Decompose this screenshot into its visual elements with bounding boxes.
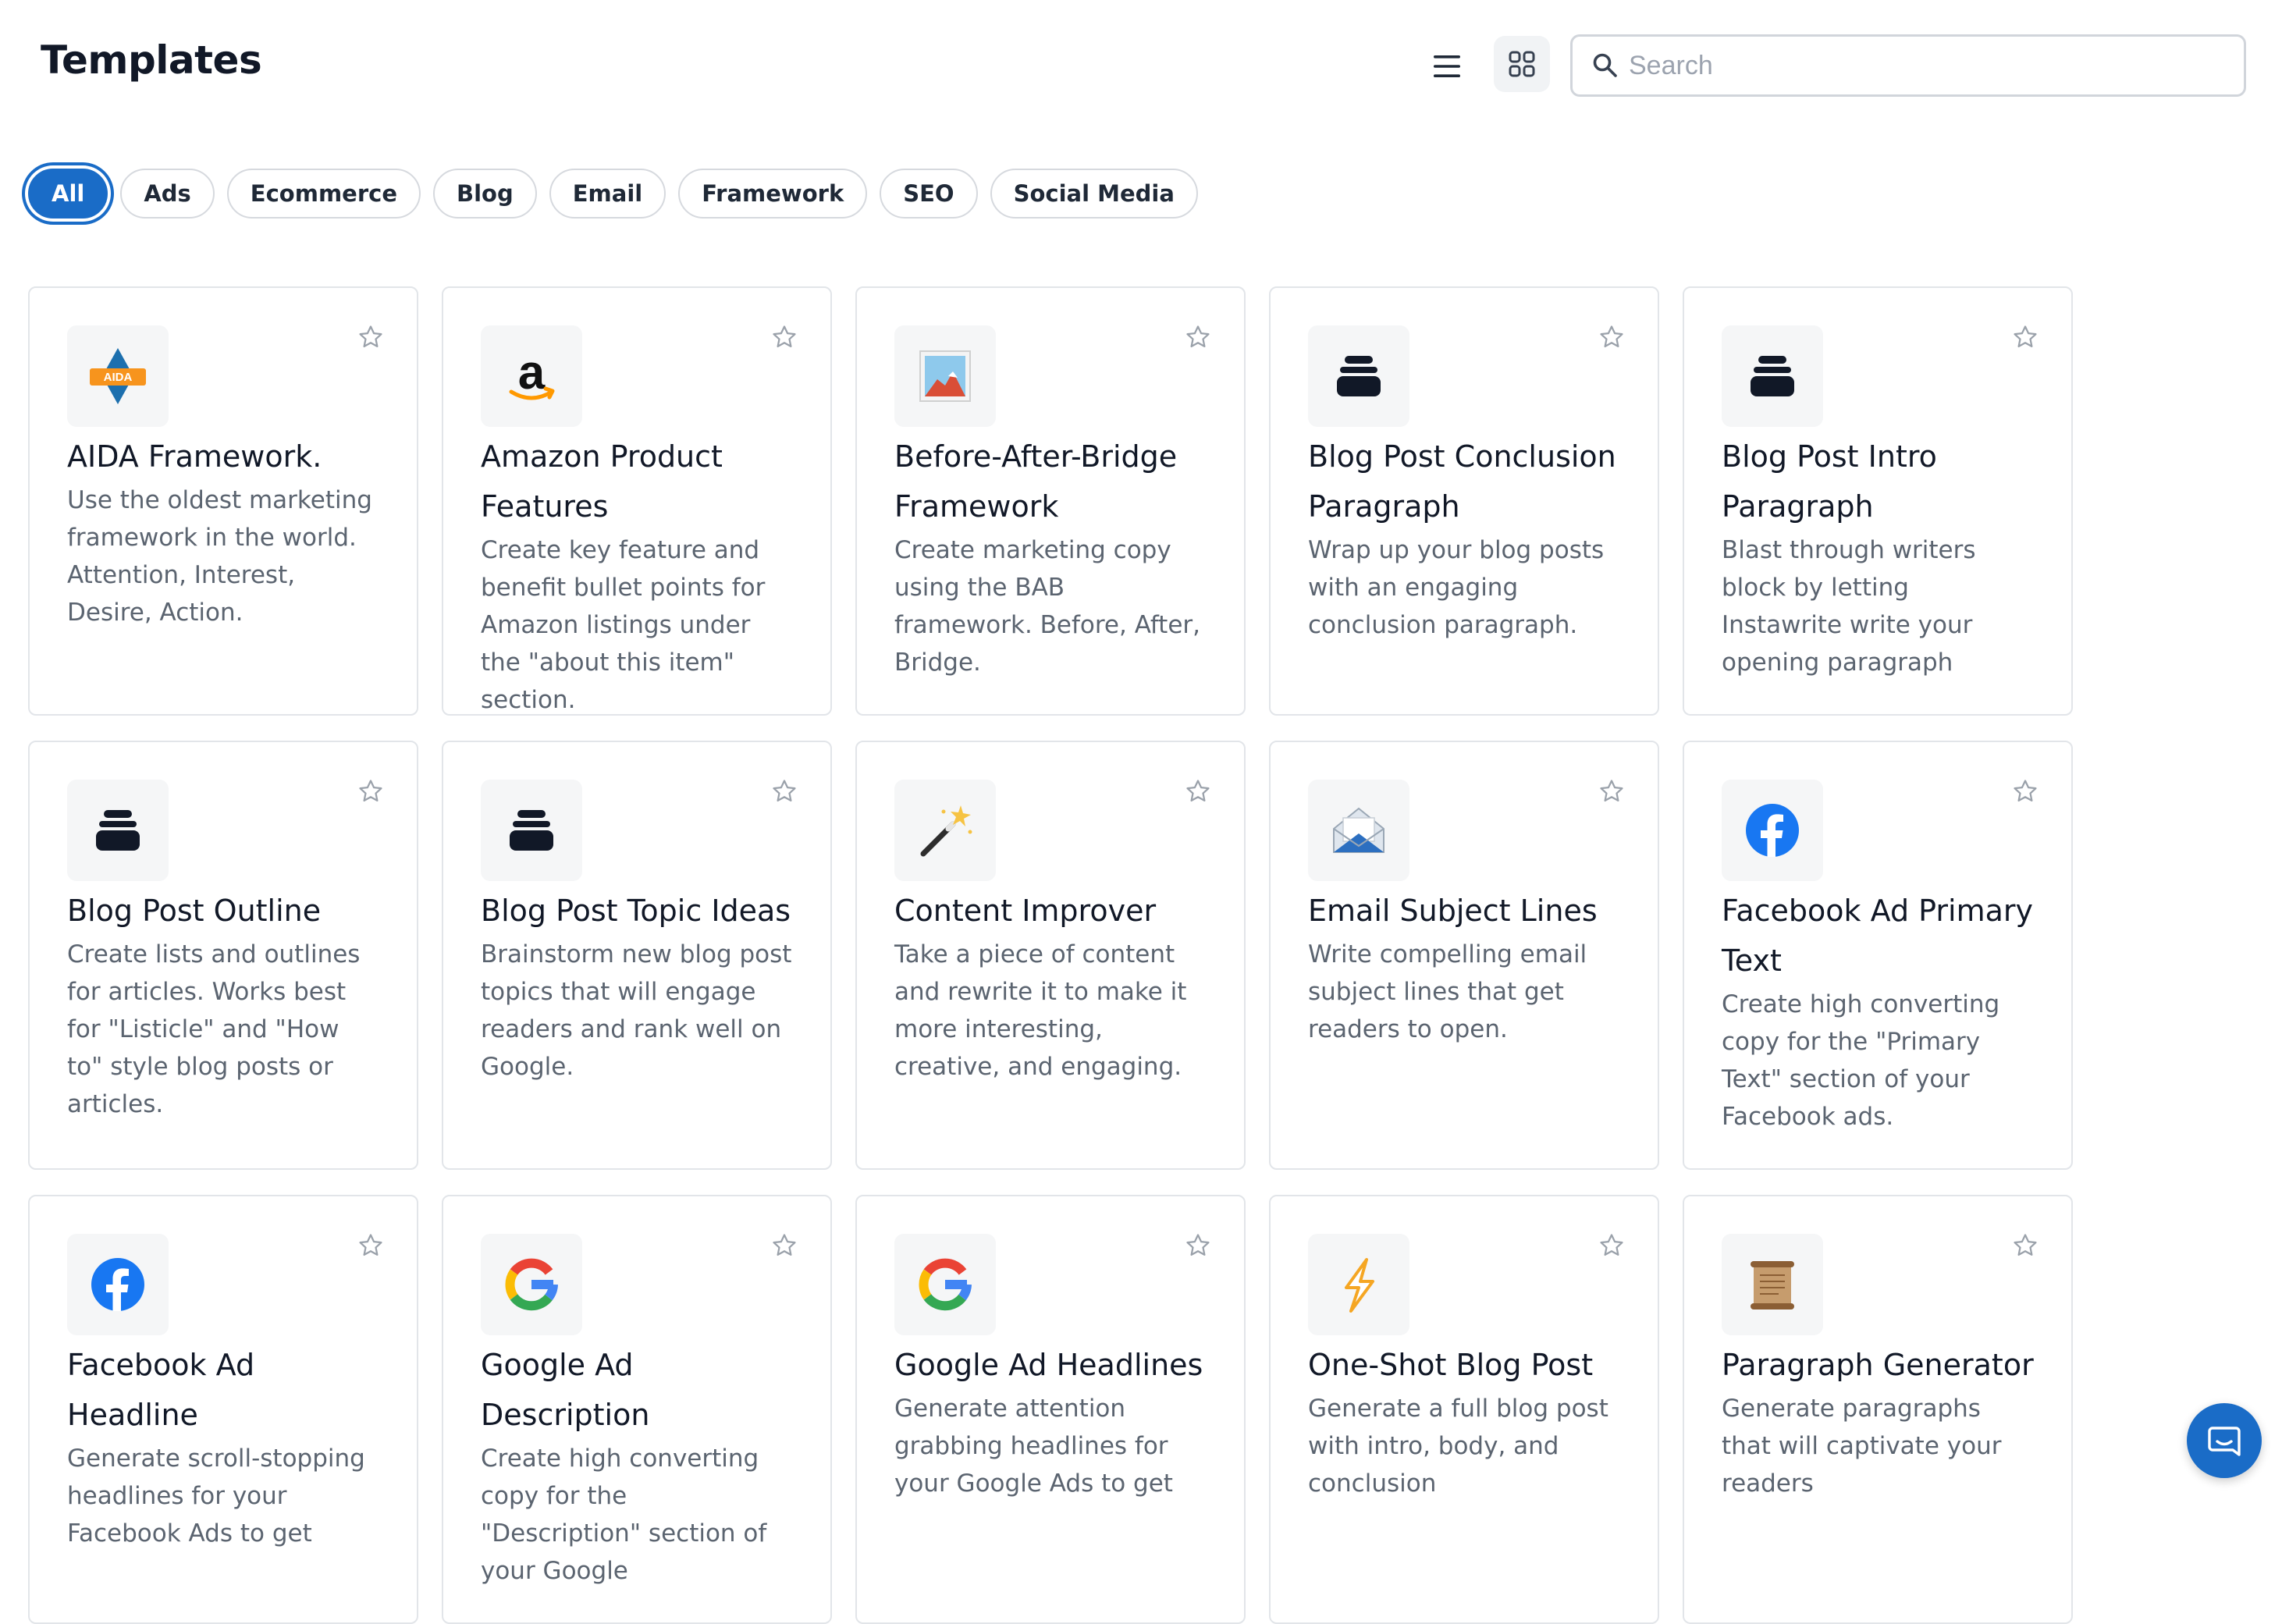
template-description: Create high converting copy for the "Pri…	[1722, 990, 2000, 1131]
search-box	[1570, 34, 2246, 97]
envelope-icon	[1308, 780, 1409, 881]
template-title: Paragraph Generator	[1722, 1348, 2034, 1382]
favorite-star-icon[interactable]	[771, 1232, 798, 1259]
template-card-blog-post-topic-ideas[interactable]: Blog Post Topic Ideas Brainstorm new blog…	[442, 741, 832, 1170]
template-card-blog-post-conclusion-paragraph[interactable]: Blog Post Conclusion Paragraph Wrap up yo…	[1269, 286, 1659, 716]
template-card-amazon-product-features[interactable]: a Amazon Product Features Create key featu…	[442, 286, 832, 716]
list-view-icon	[1434, 55, 1460, 77]
filter-framework[interactable]: Framework	[678, 169, 868, 219]
template-card-facebook-ad-headline[interactable]: Facebook Ad Headline Generate scroll-stop…	[28, 1195, 418, 1624]
template-title: Facebook Ad Primary Text	[1722, 894, 2033, 978]
picture-icon	[894, 325, 996, 427]
template-card-facebook-ad-primary-text[interactable]: Facebook Ad Primary Text Create high conv…	[1683, 741, 2073, 1170]
template-description: Generate paragraphs that will captivate …	[1722, 1395, 2002, 1498]
google-icon	[481, 1234, 582, 1335]
scroll-icon	[1722, 1234, 1823, 1335]
template-description: Take a piece of content and rewrite it t…	[894, 940, 1187, 1081]
favorite-star-icon[interactable]	[771, 778, 798, 805]
ink-icon	[1308, 325, 1409, 427]
search-input[interactable]	[1627, 49, 2239, 82]
filter-all[interactable]: All	[28, 169, 108, 219]
magic-wand-icon	[894, 780, 996, 881]
favorite-star-icon[interactable]	[2012, 778, 2039, 805]
page-title: Templates	[41, 37, 262, 83]
aida-icon: AIDA	[67, 325, 169, 427]
filter-ecommerce[interactable]: Ecommerce	[226, 169, 421, 219]
template-title: Before-After-Bridge Framework	[894, 439, 1178, 524]
template-title: Google Ad Headlines	[894, 1348, 1203, 1382]
ink-icon	[481, 780, 582, 881]
template-title: Blog Post Topic Ideas	[481, 894, 791, 928]
template-card-one-shot-blog-post[interactable]: One-Shot Blog Post Generate a full blog p…	[1269, 1195, 1659, 1624]
grid-view-icon	[1509, 51, 1535, 77]
grid-view-button[interactable]	[1494, 36, 1550, 92]
filter-seo[interactable]: SEO	[880, 169, 978, 219]
favorite-star-icon[interactable]	[1598, 1232, 1625, 1259]
template-description: Use the oldest marketing framework in th…	[67, 486, 372, 627]
template-description: Blast through writers block by letting I…	[1722, 536, 1976, 677]
template-title: Content Improver	[894, 894, 1157, 928]
template-title: Facebook Ad Headline	[67, 1348, 255, 1432]
chat-launcher-button[interactable]	[2187, 1403, 2262, 1478]
template-title: Blog Post Outline	[67, 894, 322, 928]
svg-text:AIDA: AIDA	[104, 371, 133, 384]
template-description: Create key feature and benefit bullet po…	[481, 536, 766, 714]
ink-icon	[1722, 325, 1823, 427]
template-title: One-Shot Blog Post	[1308, 1348, 1594, 1382]
favorite-star-icon[interactable]	[2012, 324, 2039, 350]
template-card-blog-post-outline[interactable]: Blog Post Outline Create lists and outlin…	[28, 741, 418, 1170]
filter-email[interactable]: Email	[549, 169, 666, 219]
template-title: Email Subject Lines	[1308, 894, 1598, 928]
chat-icon	[2208, 1427, 2241, 1456]
category-filters: All Ads Ecommerce Blog Email Framework S…	[28, 169, 1198, 219]
template-title: Blog Post Conclusion Paragraph	[1308, 439, 1616, 524]
ink-icon	[67, 780, 169, 881]
favorite-star-icon[interactable]	[357, 778, 384, 805]
favorite-star-icon[interactable]	[1598, 324, 1625, 350]
favorite-star-icon[interactable]	[771, 324, 798, 350]
template-description: Create lists and outlines for articles. …	[67, 940, 361, 1118]
template-card-google-ad-description[interactable]: Google Ad Description Create high convert…	[442, 1195, 832, 1624]
favorite-star-icon[interactable]	[1185, 778, 1211, 805]
template-title: Blog Post Intro Paragraph	[1722, 439, 1937, 524]
template-description: Generate scroll-stopping headlines for y…	[67, 1445, 365, 1548]
template-description: Wrap up your blog posts with an engaging…	[1308, 536, 1605, 639]
favorite-star-icon[interactable]	[2012, 1232, 2039, 1259]
amazon-icon: a	[481, 325, 582, 427]
google-icon	[894, 1234, 996, 1335]
svg-text:a: a	[518, 346, 546, 400]
template-card-aida-framework[interactable]: AIDA AIDA Framework. Use the oldest market…	[28, 286, 418, 716]
template-description: Generate a full blog post with intro, bo…	[1308, 1395, 1608, 1498]
lightning-icon	[1308, 1234, 1409, 1335]
template-description: Brainstorm new blog post topics that wil…	[481, 940, 792, 1081]
facebook-icon	[67, 1234, 169, 1335]
template-title: AIDA Framework.	[67, 439, 322, 474]
template-card-blog-post-intro-paragraph[interactable]: Blog Post Intro Paragraph Blast through w…	[1683, 286, 2073, 716]
template-card-email-subject-lines[interactable]: Email Subject Lines Write compelling emai…	[1269, 741, 1659, 1170]
template-description: Write compelling email subject lines tha…	[1308, 940, 1587, 1043]
template-description: Generate attention grabbing headlines fo…	[894, 1395, 1173, 1498]
facebook-icon	[1722, 780, 1823, 881]
template-description: Create marketing copy using the BAB fram…	[894, 536, 1201, 677]
favorite-star-icon[interactable]	[1598, 778, 1625, 805]
favorite-star-icon[interactable]	[1185, 1232, 1211, 1259]
favorite-star-icon[interactable]	[1185, 324, 1211, 350]
template-grid: AIDA AIDA Framework. Use the oldest market…	[28, 286, 2073, 1624]
list-view-button[interactable]	[1425, 48, 1469, 84]
template-card-google-ad-headlines[interactable]: Google Ad Headlines Generate attention gr…	[855, 1195, 1246, 1624]
template-title: Google Ad Description	[481, 1348, 650, 1432]
template-card-paragraph-generator[interactable]: Paragraph Generator Generate paragraphs t…	[1683, 1195, 2073, 1624]
filter-blog[interactable]: Blog	[433, 169, 537, 219]
search-icon	[1590, 50, 1621, 81]
filter-ads[interactable]: Ads	[120, 169, 215, 219]
filter-social-media[interactable]: Social Media	[990, 169, 1198, 219]
template-card-before-after-bridge-framework[interactable]: Before-After-Bridge Framework Create mark…	[855, 286, 1246, 716]
template-title: Amazon Product Features	[481, 439, 723, 524]
favorite-star-icon[interactable]	[357, 324, 384, 350]
template-description: Create high converting copy for the "Des…	[481, 1445, 767, 1585]
template-card-content-improver[interactable]: Content Improver Take a piece of content …	[855, 741, 1246, 1170]
favorite-star-icon[interactable]	[357, 1232, 384, 1259]
